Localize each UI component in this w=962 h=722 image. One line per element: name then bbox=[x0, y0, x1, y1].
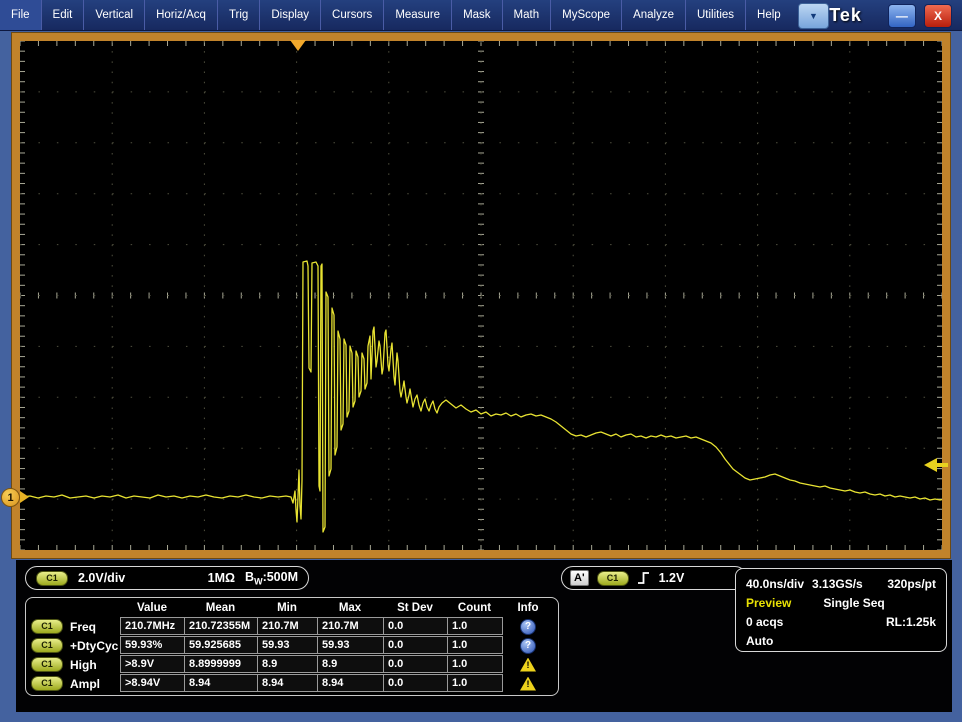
minimize-button[interactable]: — bbox=[888, 4, 916, 28]
timebase: 40.0ns/div bbox=[746, 577, 804, 591]
meas-value: 59.93% bbox=[120, 636, 185, 654]
meas-max: 59.93 bbox=[317, 636, 384, 654]
col-header-value: Value bbox=[120, 600, 184, 617]
graticule bbox=[20, 41, 942, 550]
measurement-table: Value Mean Min Max St Dev Count Info C1 … bbox=[25, 597, 559, 696]
meas-stdev: 0.0 bbox=[383, 617, 448, 635]
table-corner bbox=[28, 600, 120, 617]
vertical-scale: 2.0V/div bbox=[78, 571, 125, 585]
meas-row-label: C1 High bbox=[28, 655, 120, 674]
col-header-mean: Mean bbox=[184, 600, 257, 617]
col-header-max: Max bbox=[317, 600, 383, 617]
tek-logo: Tek bbox=[829, 0, 862, 30]
meas-stdev: 0.0 bbox=[383, 674, 448, 692]
menu-measure[interactable]: Measure bbox=[384, 0, 452, 30]
meas-count: 1.0 bbox=[447, 655, 503, 673]
meas-stdev: 0.0 bbox=[383, 636, 448, 654]
col-header-info: Info bbox=[502, 600, 554, 617]
trigger-level: 1.2V bbox=[659, 571, 685, 585]
meas-mean: 8.8999999 bbox=[184, 655, 258, 673]
meas-max: 8.94 bbox=[317, 674, 384, 692]
oscilloscope-window: File Edit Vertical Horiz/Acq Trig Displa… bbox=[0, 0, 962, 722]
col-header-stdev: St Dev bbox=[383, 600, 447, 617]
meas-stdev: 0.0 bbox=[383, 655, 448, 673]
meas-mean: 8.94 bbox=[184, 674, 258, 692]
menu-edit[interactable]: Edit bbox=[42, 0, 85, 30]
trigger-mode: Auto bbox=[746, 634, 773, 648]
menu-vertical[interactable]: Vertical bbox=[84, 0, 145, 30]
channel1-trace bbox=[22, 261, 942, 532]
trigger-level-arrow-tail bbox=[936, 463, 948, 467]
meas-row-label: C1 +DtyCyc bbox=[28, 636, 120, 655]
menu-mask[interactable]: Mask bbox=[452, 0, 502, 30]
meas-count: 1.0 bbox=[447, 674, 503, 692]
input-impedance: 1MΩ bbox=[208, 571, 235, 585]
trigger-position-marker[interactable] bbox=[290, 40, 306, 51]
acquisition-mode: Single Seq bbox=[823, 596, 884, 610]
rising-edge-icon bbox=[637, 570, 651, 586]
channel1-marker-arrow bbox=[20, 491, 29, 503]
trigger-level-arrow[interactable] bbox=[924, 458, 948, 472]
preview-status: Preview bbox=[746, 596, 791, 610]
menu-display[interactable]: Display bbox=[260, 0, 321, 30]
meas-mean: 59.925685 bbox=[184, 636, 258, 654]
meas-min: 8.9 bbox=[257, 655, 318, 673]
menu-analyze[interactable]: Analyze bbox=[622, 0, 686, 30]
menu-bar: File Edit Vertical Horiz/Acq Trig Displa… bbox=[0, 0, 962, 31]
col-header-count: Count bbox=[447, 600, 502, 617]
meas-row-label: C1 Ampl bbox=[28, 674, 120, 693]
warning-icon[interactable]: ! bbox=[520, 677, 536, 691]
meas-min: 59.93 bbox=[257, 636, 318, 654]
channel-badge: C1 bbox=[31, 619, 63, 634]
meas-count: 1.0 bbox=[447, 617, 503, 635]
meas-value: 210.7MHz bbox=[120, 617, 185, 635]
meas-info-cell: ? bbox=[502, 617, 554, 636]
menu-horiz-acq[interactable]: Horiz/Acq bbox=[145, 0, 218, 30]
record-length: RL:1.25k bbox=[886, 615, 936, 629]
meas-min: 8.94 bbox=[257, 674, 318, 692]
meas-count: 1.0 bbox=[447, 636, 503, 654]
bandwidth-readout: BW:500M bbox=[245, 570, 298, 587]
menu-math[interactable]: Math bbox=[503, 0, 552, 30]
trigger-a-badge: A' bbox=[570, 570, 589, 586]
channel-badge: C1 bbox=[31, 676, 63, 691]
meas-max: 8.9 bbox=[317, 655, 384, 673]
info-question-icon[interactable]: ? bbox=[520, 619, 536, 635]
sample-rate: 3.13GS/s bbox=[812, 577, 863, 591]
meas-value: >8.94V bbox=[120, 674, 185, 692]
menu-cursors[interactable]: Cursors bbox=[321, 0, 384, 30]
bottom-panel: C1 2.0V/div 1MΩ BW:500M A' C1 1.2V 40.0n… bbox=[16, 560, 952, 712]
menu-file[interactable]: File bbox=[0, 0, 42, 30]
menu-help[interactable]: Help bbox=[746, 0, 792, 30]
acquisition-count: 0 acqs bbox=[746, 615, 783, 629]
trigger-source-badge: C1 bbox=[597, 571, 629, 586]
channel-badge: C1 bbox=[31, 638, 63, 653]
channel-badge: C1 bbox=[36, 571, 68, 586]
channel1-marker[interactable]: 1 bbox=[1, 488, 20, 507]
info-question-icon[interactable]: ? bbox=[520, 638, 536, 654]
trigger-readout[interactable]: A' C1 1.2V bbox=[561, 566, 747, 590]
resolution: 320ps/pt bbox=[887, 577, 936, 591]
meas-mean: 210.72355M bbox=[184, 617, 258, 635]
horizontal-readout[interactable]: 40.0ns/div 3.13GS/s 320ps/pt Preview Sin… bbox=[735, 568, 947, 652]
meas-row-label: C1 Freq bbox=[28, 617, 120, 636]
col-header-min: Min bbox=[257, 600, 317, 617]
close-button[interactable]: X bbox=[924, 4, 952, 28]
waveform-display: 1 bbox=[12, 33, 950, 558]
menu-myscope[interactable]: MyScope bbox=[551, 0, 622, 30]
menu-dropdown-button[interactable]: ▼ bbox=[798, 3, 830, 29]
meas-max: 210.7M bbox=[317, 617, 384, 635]
menu-utilities[interactable]: Utilities bbox=[686, 0, 746, 30]
meas-info-cell: ? bbox=[502, 636, 554, 655]
meas-min: 210.7M bbox=[257, 617, 318, 635]
menu-trig[interactable]: Trig bbox=[218, 0, 260, 30]
meas-info-cell: ! bbox=[502, 655, 554, 674]
chevron-down-icon: ▼ bbox=[809, 11, 818, 21]
channel-readout[interactable]: C1 2.0V/div 1MΩ BW:500M bbox=[25, 566, 309, 590]
meas-info-cell: ! bbox=[502, 674, 554, 693]
meas-value: >8.9V bbox=[120, 655, 185, 673]
channel-badge: C1 bbox=[31, 657, 63, 672]
warning-icon[interactable]: ! bbox=[520, 658, 536, 672]
